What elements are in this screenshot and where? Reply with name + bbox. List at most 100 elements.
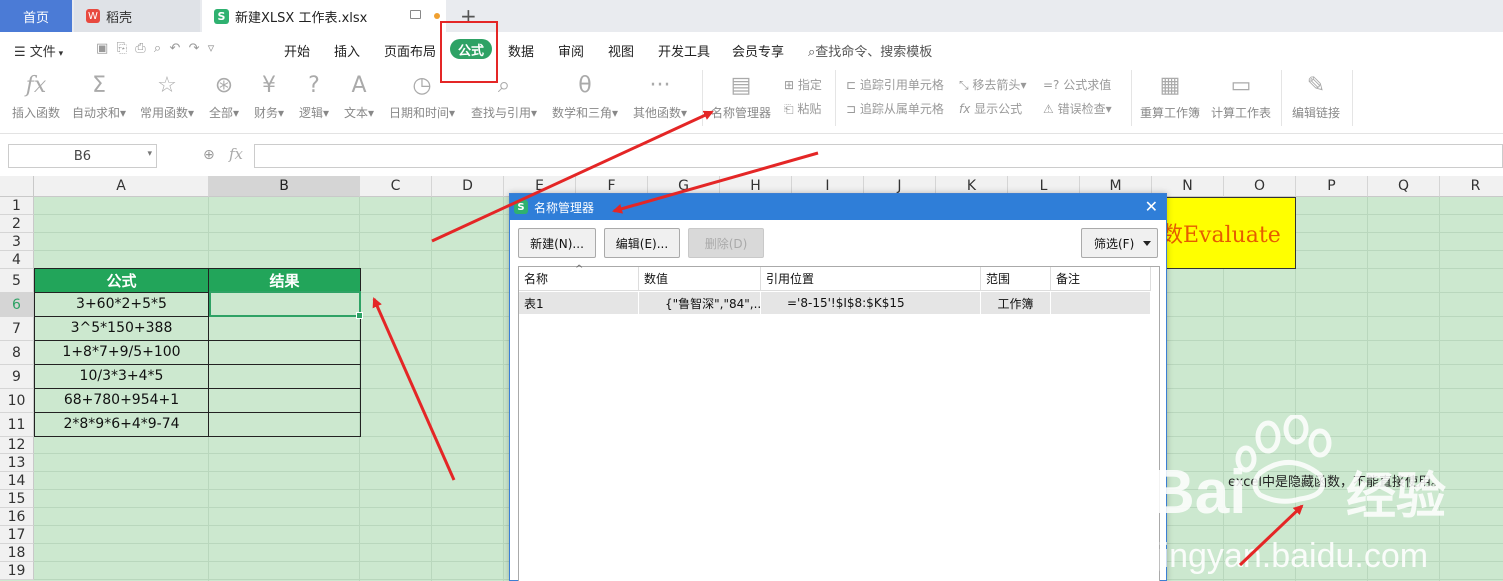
result-cell[interactable] xyxy=(209,364,361,389)
row-header-1[interactable]: 1 xyxy=(0,197,34,215)
column-header-a[interactable]: A xyxy=(34,176,209,197)
formula-cell[interactable]: 3+60*2+5*5 xyxy=(34,292,209,317)
select-all-corner[interactable] xyxy=(0,176,34,197)
row-header-13[interactable]: 13 xyxy=(0,454,34,472)
row-header-11[interactable]: 11 xyxy=(0,413,34,437)
row-header-10[interactable]: 10 xyxy=(0,389,34,413)
row-header-2[interactable]: 2 xyxy=(0,215,34,233)
value-cell[interactable]: {"鲁智深","84",... xyxy=(639,292,761,314)
row-header-6[interactable]: 6 xyxy=(0,293,34,317)
row-header-7[interactable]: 7 xyxy=(0,317,34,341)
name-cell[interactable]: 表1 xyxy=(519,292,639,314)
menu-member[interactable]: 会员专享 xyxy=(732,41,784,60)
show-formulas-button[interactable]: fx 显示公式 xyxy=(959,100,1022,117)
formula-cell[interactable]: 2*8*9*6+4*9-74 xyxy=(34,412,209,437)
row-header-12[interactable]: 12 xyxy=(0,437,34,454)
logic-button[interactable]: ? 逻辑▾ xyxy=(299,70,329,121)
row-header-3[interactable]: 3 xyxy=(0,233,34,251)
redo-icon[interactable]: ↷ xyxy=(189,41,200,56)
tab-docer[interactable]: W 稻壳 xyxy=(74,0,200,32)
column-header-q[interactable]: Q xyxy=(1368,176,1440,197)
undo-icon[interactable]: ↶ xyxy=(169,41,180,56)
column-header-p[interactable]: P xyxy=(1296,176,1368,197)
command-search[interactable]: ⌕查找命令、搜索模板 xyxy=(808,41,932,60)
column-header-comment[interactable]: 备注 xyxy=(1051,267,1151,291)
active-cell-b6[interactable] xyxy=(209,291,363,319)
row-header-18[interactable]: 18 xyxy=(0,544,34,562)
edit-name-button[interactable]: 编辑(E)... xyxy=(604,228,680,258)
column-header-o[interactable]: O xyxy=(1224,176,1296,197)
all-functions-button[interactable]: ⊛ 全部▾ xyxy=(209,70,239,121)
row-header-16[interactable]: 16 xyxy=(0,508,34,526)
result-cell[interactable] xyxy=(209,412,361,437)
trace-dependents-button[interactable]: ⊐ 追踪从属单元格 xyxy=(846,100,944,117)
name-manager-button[interactable]: ▤ 名称管理器 xyxy=(711,70,771,121)
menu-page-layout[interactable]: 页面布局 xyxy=(384,41,436,60)
math-button[interactable]: θ 数学和三角▾ xyxy=(552,70,618,121)
filter-button[interactable]: 筛选(F) xyxy=(1081,228,1158,258)
result-cell[interactable] xyxy=(209,340,361,365)
print-icon[interactable]: ⎙ xyxy=(135,41,145,56)
column-header-refers-to[interactable]: 引用位置 xyxy=(761,267,981,291)
save-icon[interactable]: ▣ xyxy=(96,41,108,56)
formula-input[interactable] xyxy=(254,144,1503,168)
formula-cell[interactable]: 10/3*3+4*5 xyxy=(34,364,209,389)
customize-icon[interactable]: ▿ xyxy=(208,41,215,56)
tab-workbook[interactable]: S 新建XLSX 工作表.xlsx xyxy=(202,0,446,32)
note-text[interactable]: excel中是隐藏函数，不能直接使用。 xyxy=(1228,471,1444,490)
column-header-r[interactable]: R xyxy=(1440,176,1503,197)
zoom-icon[interactable]: ⊕ xyxy=(203,147,215,163)
menu-developer[interactable]: 开发工具 xyxy=(658,41,710,60)
name-box[interactable]: B6 ▾ xyxy=(8,144,157,168)
print-preview-icon[interactable]: ⌕ xyxy=(154,41,161,56)
menu-review[interactable]: 审阅 xyxy=(558,41,584,60)
row-header-14[interactable]: 14 xyxy=(0,472,34,490)
close-icon[interactable]: ✕ xyxy=(1145,197,1158,216)
common-functions-button[interactable]: ☆ 常用函数▾ xyxy=(140,70,194,121)
yellow-title-cell[interactable]: 数Evaluate xyxy=(1152,197,1296,269)
other-functions-button[interactable]: ··· 其他函数▾ xyxy=(633,70,687,121)
column-header-d[interactable]: D xyxy=(432,176,504,197)
row-header-9[interactable]: 9 xyxy=(0,365,34,389)
specify-button[interactable]: ⊞ 指定 xyxy=(784,76,822,93)
column-header-scope[interactable]: 范围 xyxy=(981,267,1051,291)
result-cell[interactable] xyxy=(209,316,361,341)
evaluate-formula-button[interactable]: =? 公式求值 xyxy=(1043,76,1111,93)
table-header-result[interactable]: 结果 xyxy=(209,268,361,293)
edit-links-button[interactable]: ✎ 编辑链接 xyxy=(1292,70,1340,121)
formula-cell[interactable]: 1+8*7+9/5+100 xyxy=(34,340,209,365)
row-header-4[interactable]: 4 xyxy=(0,251,34,269)
export-icon[interactable]: ⎘ xyxy=(117,41,127,56)
recalc-workbook-button[interactable]: ▦ 重算工作簿 xyxy=(1140,70,1200,121)
error-check-button[interactable]: ⚠ 错误检查▾ xyxy=(1043,100,1112,117)
row-header-19[interactable]: 19 xyxy=(0,562,34,580)
finance-button[interactable]: ¥ 财务▾ xyxy=(254,70,284,121)
fx-icon[interactable]: fx xyxy=(229,145,243,163)
row-header-8[interactable]: 8 xyxy=(0,341,34,365)
column-header-name[interactable]: 名称 ^ xyxy=(519,264,639,291)
column-header-value[interactable]: 数值 xyxy=(639,267,761,291)
autosum-button[interactable]: Σ 自动求和▾ xyxy=(72,70,126,121)
scope-cell[interactable]: 工作簿 xyxy=(981,292,1051,314)
menu-data[interactable]: 数据 xyxy=(508,41,534,60)
column-header-c[interactable]: C xyxy=(360,176,432,197)
chevron-down-icon[interactable]: ▾ xyxy=(147,149,152,159)
menu-start[interactable]: 开始 xyxy=(284,41,310,60)
file-menu[interactable]: ☰ 文件 ▾ xyxy=(14,41,63,60)
comment-cell[interactable] xyxy=(1051,292,1151,314)
remove-arrows-button[interactable]: ⤡ 移去箭头▾ xyxy=(959,76,1026,93)
menu-view[interactable]: 视图 xyxy=(608,41,634,60)
text-button[interactable]: A 文本▾ xyxy=(344,70,374,121)
menu-insert[interactable]: 插入 xyxy=(334,41,360,60)
row-header-5[interactable]: 5 xyxy=(0,269,34,293)
paste-name-button[interactable]: ⎗ 粘贴 xyxy=(784,100,821,117)
row-header-15[interactable]: 15 xyxy=(0,490,34,508)
refers-to-cell[interactable]: ='8-15'!$I$8:$K$15 xyxy=(761,292,981,314)
result-cell[interactable] xyxy=(209,388,361,413)
delete-name-button[interactable]: 删除(D) xyxy=(688,228,764,258)
column-header-b[interactable]: B xyxy=(209,176,360,197)
row-header-17[interactable]: 17 xyxy=(0,526,34,544)
insert-function-button[interactable]: fx 插入函数 xyxy=(12,70,60,121)
tab-home[interactable]: 首页 xyxy=(0,0,72,32)
new-name-button[interactable]: 新建(N)... xyxy=(518,228,596,258)
